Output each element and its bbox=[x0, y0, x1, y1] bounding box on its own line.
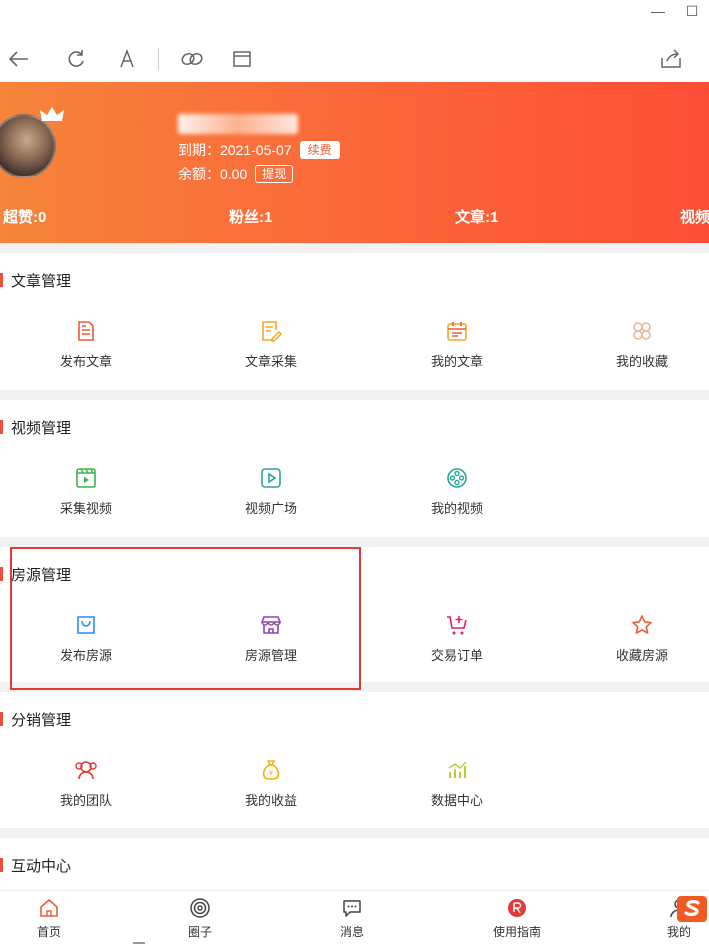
grid-item-my-articles[interactable]: 我的文章 bbox=[397, 319, 517, 370]
highlight-box bbox=[10, 547, 361, 690]
section-video-management: 视频管理 采集视频 视频广场 我的视频 bbox=[0, 400, 709, 537]
crown-icon bbox=[40, 107, 64, 121]
withdraw-button[interactable]: 提现 bbox=[255, 165, 294, 183]
section-distribution-management: 分销管理 我的团队 ¥ 我的收益 数据中心 bbox=[0, 692, 709, 828]
grid-label: 我的收益 bbox=[244, 793, 297, 808]
star-icon bbox=[632, 615, 652, 634]
grid-label: 数据中心 bbox=[430, 793, 483, 808]
grid-label: 我的收藏 bbox=[615, 354, 668, 369]
grid-item-data-center[interactable]: 数据中心 bbox=[397, 758, 517, 809]
section-title: 分销管理 bbox=[0, 710, 71, 729]
link-icon[interactable] bbox=[179, 46, 205, 72]
collect-edit-icon bbox=[262, 321, 283, 342]
grid-item-video-square[interactable]: 视频广场 bbox=[211, 466, 331, 517]
nav-messages[interactable]: 消息 bbox=[312, 897, 392, 940]
browser-toolbar bbox=[0, 36, 709, 82]
video-clip-icon bbox=[76, 468, 96, 488]
nav-guide[interactable]: 使用指南 bbox=[477, 897, 557, 940]
grid-item-my-earnings[interactable]: ¥ 我的收益 bbox=[211, 758, 331, 809]
grid-label: 文章采集 bbox=[244, 354, 297, 369]
toolbar-separator bbox=[158, 48, 159, 70]
home-icon bbox=[40, 898, 58, 917]
maximize-button[interactable]: ☐ bbox=[675, 0, 709, 22]
balance-row: 余额：0.00 提现 bbox=[178, 164, 294, 184]
section-title: 视频管理 bbox=[0, 418, 71, 437]
divider bbox=[0, 390, 709, 400]
share-icon[interactable] bbox=[658, 46, 684, 72]
stat-likes[interactable]: 超赞:0 bbox=[3, 206, 46, 227]
stat-fans[interactable]: 粉丝:1 bbox=[229, 206, 272, 227]
grid-item-my-videos[interactable]: 我的视频 bbox=[397, 466, 517, 517]
nav-circle[interactable]: 圈子 bbox=[160, 897, 240, 940]
grid-item-my-favorites[interactable]: 我的收藏 bbox=[582, 319, 702, 370]
bar-chart-icon bbox=[448, 761, 467, 778]
stat-videos[interactable]: 视频 bbox=[680, 206, 709, 227]
nav-label: 使用指南 bbox=[492, 925, 541, 939]
grid-item-collect-article[interactable]: 文章采集 bbox=[211, 319, 331, 370]
clover-icon bbox=[633, 322, 651, 340]
section-interaction-center: 互动中心 bbox=[0, 838, 709, 890]
grid-label: 我的文章 bbox=[430, 354, 483, 369]
bottom-navigation: 首页 圈子 消息 使用指南 我的 bbox=[0, 890, 709, 946]
window-controls: — ☐ bbox=[641, 0, 709, 22]
stat-articles[interactable]: 文章:1 bbox=[455, 206, 498, 227]
section-title: 文章管理 bbox=[0, 271, 71, 290]
play-icon bbox=[261, 468, 281, 488]
back-arrow-icon[interactable] bbox=[6, 46, 32, 72]
scroll-indicator bbox=[133, 942, 145, 944]
section-article-management: 文章管理 发布文章 文章采集 我的文章 我的收藏 bbox=[0, 253, 709, 390]
nav-home[interactable]: 首页 bbox=[9, 897, 89, 940]
money-bag-icon: ¥ bbox=[262, 760, 280, 780]
grid-label: 我的视频 bbox=[430, 501, 483, 516]
minimize-button[interactable]: — bbox=[641, 0, 675, 22]
divider bbox=[0, 243, 709, 253]
grid-item-collect-video[interactable]: 采集视频 bbox=[26, 466, 146, 517]
team-icon bbox=[75, 761, 97, 780]
grid-label: 收藏房源 bbox=[615, 648, 668, 663]
svg-text:¥: ¥ bbox=[269, 769, 274, 777]
nav-label: 圈子 bbox=[187, 925, 212, 939]
grid-item-orders[interactable]: 交易订单 bbox=[397, 613, 517, 664]
expiry-text: 到期：2021-05-07 bbox=[178, 142, 292, 158]
circle-icon bbox=[190, 898, 210, 918]
sogou-logo-icon[interactable] bbox=[675, 894, 709, 924]
font-icon[interactable] bbox=[114, 46, 140, 72]
edit-document-icon bbox=[78, 321, 94, 341]
nav-label: 我的 bbox=[666, 925, 691, 939]
divider bbox=[0, 828, 709, 838]
stats-bar: 超赞:0 粉丝:1 文章:1 视频 bbox=[0, 206, 709, 226]
grid-item-favorite-property[interactable]: 收藏房源 bbox=[582, 613, 702, 664]
nav-label: 消息 bbox=[339, 925, 364, 939]
message-icon bbox=[343, 900, 361, 917]
balance-text: 余额：0.00 bbox=[178, 166, 248, 182]
section-title: 互动中心 bbox=[0, 856, 71, 875]
guide-icon bbox=[508, 899, 526, 917]
window-icon[interactable] bbox=[229, 46, 255, 72]
nav-label: 首页 bbox=[36, 925, 61, 939]
grid-label: 发布文章 bbox=[59, 354, 112, 369]
grid-label: 我的团队 bbox=[59, 793, 112, 808]
cart-add-icon bbox=[447, 616, 467, 635]
refresh-icon[interactable] bbox=[63, 46, 89, 72]
grid-label: 采集视频 bbox=[59, 501, 112, 516]
grid-label: 交易订单 bbox=[430, 648, 483, 663]
expiry-row: 到期：2021-05-07 续费 bbox=[178, 140, 340, 160]
username-blurred bbox=[178, 114, 298, 134]
grid-item-publish-article[interactable]: 发布文章 bbox=[26, 319, 146, 370]
grid-label: 视频广场 bbox=[244, 501, 297, 516]
renew-button[interactable]: 续费 bbox=[299, 141, 340, 159]
divider bbox=[0, 537, 709, 547]
calendar-icon bbox=[447, 322, 467, 341]
film-reel-icon bbox=[447, 468, 467, 488]
grid-item-my-team[interactable]: 我的团队 bbox=[26, 758, 146, 809]
profile-header: 到期：2021-05-07 续费 余额：0.00 提现 超赞:0 粉丝:1 文章… bbox=[0, 82, 709, 243]
